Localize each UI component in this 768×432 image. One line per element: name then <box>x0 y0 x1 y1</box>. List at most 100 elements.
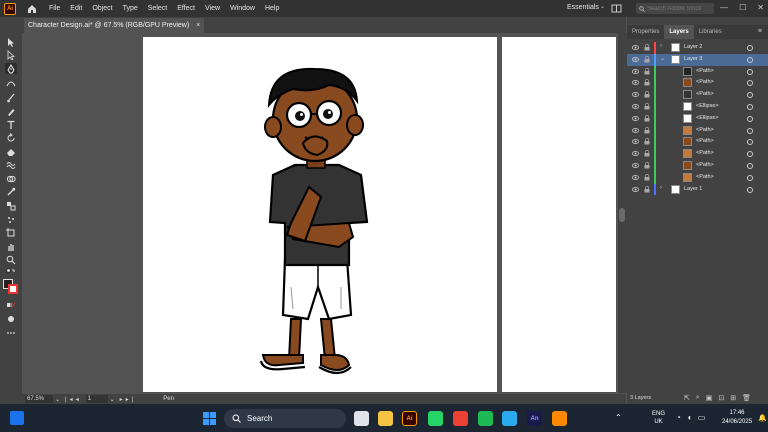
menu-effect[interactable]: Effect <box>177 5 195 12</box>
sublayer-row[interactable]: <Path> <box>627 65 768 78</box>
vlc-icon[interactable] <box>552 411 567 426</box>
close-tab-icon[interactable]: × <box>196 22 200 29</box>
layer-name[interactable]: <Path> <box>696 127 714 133</box>
visibility-eye-icon[interactable] <box>632 174 639 181</box>
paintbrush-tool-icon[interactable] <box>5 92 17 103</box>
lock-icon[interactable] <box>644 44 650 51</box>
document-tab[interactable]: Character Design.ai* @ 67.5% (RGB/GPU Pr… <box>24 18 205 33</box>
target-circle-icon[interactable] <box>747 151 753 158</box>
menu-view[interactable]: View <box>205 5 220 12</box>
target-circle-icon[interactable] <box>747 45 753 51</box>
chevron-down-icon[interactable]: ⌄ <box>660 55 665 62</box>
visibility-eye-icon[interactable] <box>632 79 639 86</box>
target-circle-icon[interactable] <box>747 115 753 122</box>
illustrator-icon[interactable]: Ai <box>402 411 417 426</box>
layer-name[interactable]: <Path> <box>696 150 714 156</box>
panel-tab-properties[interactable]: Properties <box>627 25 664 39</box>
target-circle-icon[interactable] <box>747 186 753 193</box>
layer-name[interactable]: <Path> <box>696 68 714 74</box>
start-button[interactable] <box>203 412 216 425</box>
target-circle-icon[interactable] <box>747 68 753 75</box>
show-hidden-icons-icon[interactable]: ⌃ <box>615 413 622 422</box>
layer-row[interactable]: › Layer 1 <box>627 183 768 196</box>
panel-tab-libraries[interactable]: Libraries <box>694 25 727 39</box>
visibility-eye-icon[interactable] <box>632 186 639 193</box>
menu-window[interactable]: Window <box>230 5 255 12</box>
zoom-level-field[interactable]: 67.5% <box>25 395 53 403</box>
widgets-icon[interactable] <box>10 411 24 425</box>
lock-icon[interactable] <box>644 126 650 134</box>
artboard-number-field[interactable]: 1 <box>85 395 108 403</box>
search-layer-icon[interactable]: ⌕ <box>696 394 700 402</box>
eraser-tool-icon[interactable] <box>5 146 17 157</box>
lock-icon[interactable] <box>644 91 650 98</box>
selection-tool-icon[interactable] <box>5 36 17 47</box>
layer-row[interactable]: › Layer 2 <box>627 42 768 54</box>
sublayer-row[interactable]: <Path> <box>627 148 768 160</box>
adobe-stock-search[interactable] <box>636 3 714 14</box>
arrange-documents-icon[interactable] <box>611 3 622 14</box>
menu-object[interactable]: Object <box>92 5 112 12</box>
telegram-icon[interactable] <box>502 411 517 426</box>
pen-tool-icon[interactable] <box>5 63 17 74</box>
sublayer-row[interactable]: <Path> <box>627 77 768 90</box>
zoom-dropdown-icon[interactable]: ⌄ <box>55 396 60 403</box>
battery-icon[interactable]: ▭ <box>698 413 706 422</box>
minimize-button[interactable]: — <box>720 3 728 12</box>
export-icon[interactable]: ⇱ <box>684 394 690 402</box>
task-view-icon[interactable] <box>354 411 369 426</box>
target-circle-icon[interactable] <box>747 162 753 169</box>
target-circle-icon[interactable] <box>747 139 753 146</box>
chrome-icon[interactable] <box>453 411 468 426</box>
taskbar-search[interactable]: Search <box>224 409 346 428</box>
curvature-tool-icon[interactable] <box>5 77 17 88</box>
clipping-mask-icon[interactable]: ▣ <box>706 394 713 402</box>
canvas-area[interactable] <box>22 33 618 393</box>
pencil-tool-icon[interactable] <box>5 106 17 117</box>
menu-file[interactable]: File <box>49 5 60 12</box>
more-tools-icon[interactable] <box>5 327 17 338</box>
target-circle-icon[interactable] <box>747 127 753 134</box>
layer-name[interactable]: <Path> <box>696 79 714 85</box>
lock-icon[interactable] <box>644 103 650 110</box>
visibility-eye-icon[interactable] <box>632 103 639 110</box>
layer-name[interactable]: <Ellipse> <box>696 115 719 121</box>
layer-name[interactable]: <Path> <box>696 138 714 144</box>
layer-name[interactable]: <Path> <box>696 162 714 168</box>
shape-builder-tool-icon[interactable] <box>5 173 17 184</box>
draw-mode-icon[interactable] <box>5 313 17 324</box>
type-tool-icon[interactable] <box>5 119 17 130</box>
visibility-eye-icon[interactable] <box>632 162 639 169</box>
delete-layer-icon[interactable]: 🗑 <box>742 394 751 402</box>
visibility-eye-icon[interactable] <box>632 150 639 157</box>
menu-select[interactable]: Select <box>148 5 167 12</box>
lock-icon[interactable] <box>644 173 650 181</box>
wifi-icon[interactable]: ◔ <box>676 413 681 422</box>
lock-icon[interactable] <box>644 185 650 193</box>
spotify-icon[interactable] <box>478 411 493 426</box>
workspace-switcher[interactable]: Essentials <box>567 4 599 11</box>
panel-tab-layers[interactable]: Layers <box>664 25 694 39</box>
language-indicator[interactable]: ENG UK <box>652 410 665 426</box>
visibility-eye-icon[interactable] <box>632 68 639 75</box>
color-mode-icon[interactable] <box>5 299 17 310</box>
clock[interactable]: 17:46 24/06/2025 <box>722 409 752 427</box>
whatsapp-icon[interactable] <box>428 411 443 426</box>
visibility-eye-icon[interactable] <box>632 127 639 134</box>
visibility-eye-icon[interactable] <box>632 138 639 145</box>
artboard-dropdown-icon[interactable]: ⌄ <box>110 396 115 403</box>
fill-stroke-swatches[interactable] <box>3 279 19 295</box>
menu-help[interactable]: Help <box>265 5 279 12</box>
vertical-scroll-thumb[interactable] <box>619 208 625 222</box>
rotate-tool-icon[interactable] <box>5 132 17 143</box>
layer-name[interactable]: Layer 1 <box>684 186 702 192</box>
hand-tool-icon[interactable] <box>5 241 17 252</box>
visibility-eye-icon[interactable] <box>632 44 639 51</box>
target-circle-icon[interactable] <box>747 80 753 87</box>
home-icon[interactable] <box>26 3 38 15</box>
layer-name[interactable]: <Path> <box>696 91 714 97</box>
target-circle-icon[interactable] <box>747 92 753 99</box>
sublayer-row[interactable]: <Path> <box>627 171 768 184</box>
eyedropper-tool-icon[interactable] <box>5 186 17 197</box>
layer-name[interactable]: Layer 2 <box>684 44 702 50</box>
